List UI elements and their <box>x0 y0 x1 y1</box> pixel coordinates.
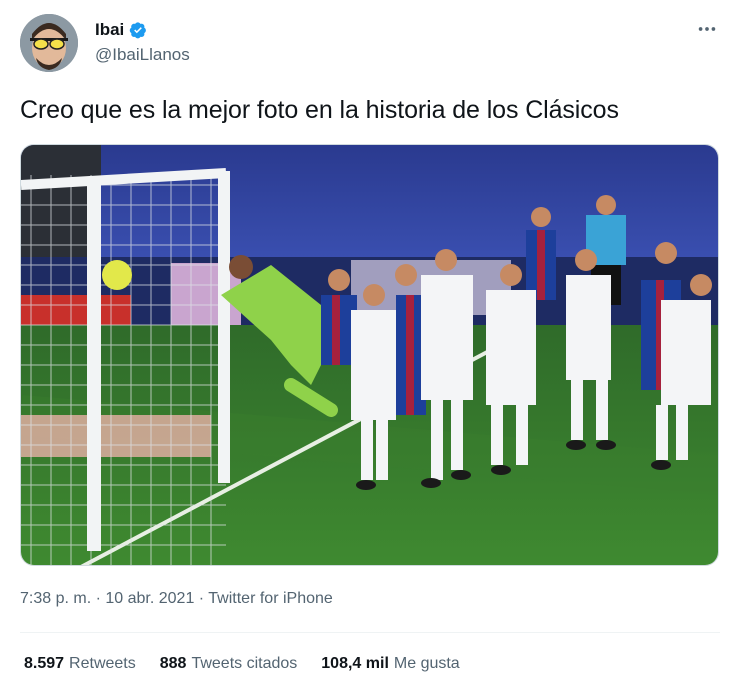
football-photo-image <box>21 145 718 565</box>
tweet-time[interactable]: 7:38 p. m. <box>20 590 91 607</box>
meta-separator: · <box>91 590 106 607</box>
tweet-photo[interactable] <box>20 144 719 566</box>
tweet-date[interactable]: 10 abr. 2021 <box>105 590 194 607</box>
author-handle[interactable]: @IbaiLlanos <box>95 45 190 65</box>
quote-tweets-count: 888 <box>159 655 187 672</box>
meta-separator: · <box>194 590 209 607</box>
verified-badge-icon <box>130 22 147 39</box>
tweet-source[interactable]: Twitter for iPhone <box>208 590 333 607</box>
tweet-meta: 7:38 p. m. · 10 abr. 2021 · Twitter for … <box>20 590 333 608</box>
tweet-stats: 8.597 Retweets 888 Tweets citados 108,4 … <box>24 655 460 673</box>
divider <box>20 632 720 633</box>
likes-label: Me gusta <box>393 655 460 672</box>
avatar-image <box>20 14 78 72</box>
author-name[interactable]: Ibai <box>95 20 124 40</box>
more-options-icon[interactable] <box>696 18 718 40</box>
retweets-stat[interactable]: 8.597 Retweets <box>24 655 136 673</box>
quote-tweets-stat[interactable]: 888 Tweets citados <box>160 655 298 673</box>
retweets-label: Retweets <box>69 655 136 672</box>
avatar[interactable] <box>20 14 78 72</box>
likes-stat[interactable]: 108,4 mil Me gusta <box>321 655 459 673</box>
author-name-row[interactable]: Ibai <box>95 20 147 40</box>
retweets-count: 8.597 <box>24 655 65 672</box>
tweet-text: Creo que es la mejor foto en la historia… <box>20 96 619 124</box>
quote-tweets-label: Tweets citados <box>191 655 298 672</box>
likes-count: 108,4 mil <box>321 655 389 672</box>
